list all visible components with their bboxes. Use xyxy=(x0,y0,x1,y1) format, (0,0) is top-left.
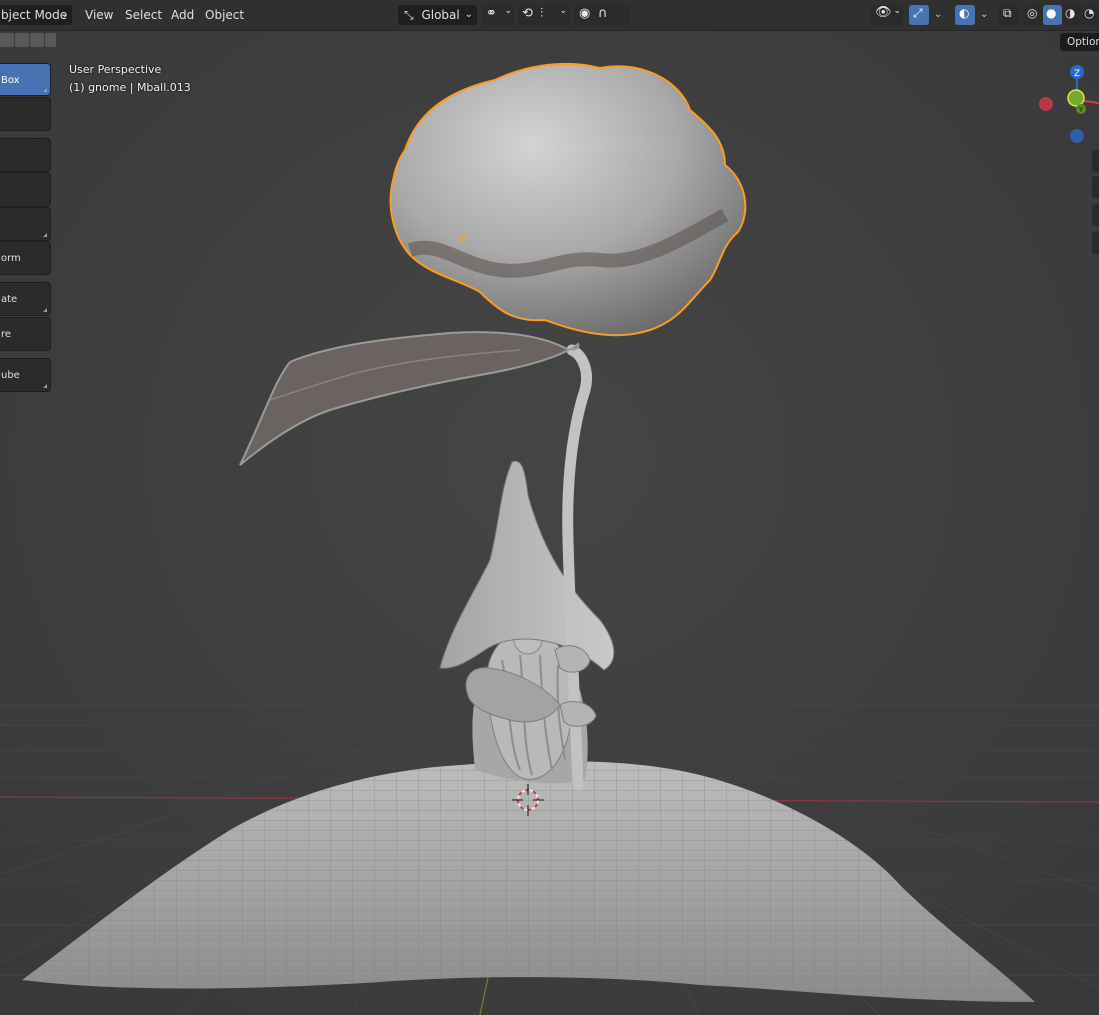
snap-button[interactable]: ⟲ ⫶ ⌄ xyxy=(518,5,570,25)
gizmo-y-label: Y xyxy=(1078,106,1084,114)
proportional-edit-button[interactable]: ◉ ∩ xyxy=(574,5,630,25)
3d-viewport[interactable]: Z Y bject Mode ⌄ View Select Add Object … xyxy=(0,0,1099,1015)
viewport-header: bject Mode ⌄ View Select Add Object ⤡ Gl… xyxy=(0,0,1099,31)
chevron-down-icon: ⌄ xyxy=(559,6,567,16)
rendered-shading-icon: ◔ xyxy=(1084,6,1095,20)
solid-shading-button[interactable]: ● xyxy=(1043,5,1062,25)
zoom-button[interactable] xyxy=(1092,150,1099,172)
select-extend-icon[interactable] xyxy=(15,33,29,47)
ortho-toggle-button[interactable] xyxy=(1092,232,1099,254)
gizmo-y-icon[interactable] xyxy=(1067,89,1085,107)
menu-view[interactable]: View xyxy=(85,5,113,25)
options-tab[interactable]: Option xyxy=(1060,33,1099,51)
transform-orientation-icon: ⤡ xyxy=(404,8,414,22)
pivot-icon: ⚭ xyxy=(486,6,497,21)
tool-select-box[interactable]: Box xyxy=(0,63,51,96)
snap-target-icon: ⫶ xyxy=(540,6,544,21)
tool-annotate[interactable]: ate xyxy=(0,282,51,316)
gizmo-toggle-button[interactable]: ⤢ xyxy=(909,5,929,25)
menu-add[interactable]: Add xyxy=(171,5,194,25)
orientation-dropdown[interactable]: ⤡ Global ⌄ xyxy=(398,5,477,25)
chevron-down-icon: ⌄ xyxy=(504,6,512,16)
pan-button[interactable] xyxy=(1092,176,1099,198)
menu-select[interactable]: Select xyxy=(125,5,162,25)
chevron-down-icon[interactable]: ⌄ xyxy=(934,5,942,25)
tool-measure[interactable]: re xyxy=(0,317,51,351)
view-name: User Perspective xyxy=(69,63,162,76)
snap-icon: ⟲ xyxy=(522,6,533,21)
proportional-edit-icon: ◉ xyxy=(579,6,591,21)
wireframe-shading-button[interactable]: ◎ xyxy=(1024,5,1043,25)
overlay-toggle-button[interactable]: ◐ xyxy=(955,5,975,25)
object-info: (1) gnome | Mball.013 xyxy=(69,81,191,94)
visibility-button[interactable]: 👁 ⌄ xyxy=(871,5,903,25)
tool-label: orm xyxy=(1,253,21,264)
select-subtract-icon[interactable] xyxy=(30,33,44,47)
scene-canvas[interactable]: Z Y xyxy=(0,0,1099,1015)
mode-dropdown[interactable]: bject Mode ⌄ xyxy=(0,5,72,25)
wireframe-shading-icon: ◎ xyxy=(1027,6,1038,20)
tool-cursor[interactable] xyxy=(0,97,51,131)
chevron-down-icon: ⌄ xyxy=(60,9,69,20)
chevron-down-icon[interactable]: ⌄ xyxy=(980,5,988,25)
xray-button[interactable]: ⧉ xyxy=(999,5,1019,25)
material-shading-button[interactable]: ◑ xyxy=(1062,5,1081,25)
select-box-icon[interactable] xyxy=(0,33,14,47)
gizmo-neg-z-icon[interactable] xyxy=(1070,129,1084,143)
rendered-shading-button[interactable]: ◔ xyxy=(1081,5,1099,25)
chevron-down-icon: ⌄ xyxy=(464,9,473,20)
options-label: Option xyxy=(1067,36,1099,48)
material-shading-icon: ◑ xyxy=(1065,6,1076,20)
solid-shading-icon: ● xyxy=(1046,6,1057,20)
tool-transform[interactable]: orm xyxy=(0,241,51,275)
tool-rotate[interactable] xyxy=(0,172,51,207)
visibility-icon: 👁 xyxy=(875,5,892,20)
mode-label: bject Mode xyxy=(1,8,68,22)
overlay-icon: ◐ xyxy=(959,6,970,20)
xray-icon: ⧉ xyxy=(1003,6,1012,20)
tool-move[interactable] xyxy=(0,138,51,172)
chevron-down-icon: ⌄ xyxy=(893,6,901,16)
tool-add-cube[interactable]: ube xyxy=(0,358,51,392)
pivot-button[interactable]: ⚭ ⌄ xyxy=(482,5,514,25)
camera-view-button[interactable] xyxy=(1092,204,1099,226)
tool-label: Box xyxy=(1,75,20,86)
orientation-label: Global xyxy=(421,8,460,22)
gizmo-z-label: Z xyxy=(1074,69,1080,79)
tool-scale[interactable] xyxy=(0,207,51,241)
menu-object[interactable]: Object xyxy=(205,5,244,25)
select-mode-row xyxy=(0,32,58,50)
gizmo-neg-x-icon[interactable] xyxy=(1039,97,1053,111)
gizmo-icon: ⤢ xyxy=(913,6,923,20)
tool-label: re xyxy=(1,329,12,340)
tool-label: ube xyxy=(1,370,20,381)
select-invert-icon[interactable] xyxy=(45,33,56,47)
falloff-icon: ∩ xyxy=(598,6,608,21)
tool-label: ate xyxy=(1,294,18,305)
